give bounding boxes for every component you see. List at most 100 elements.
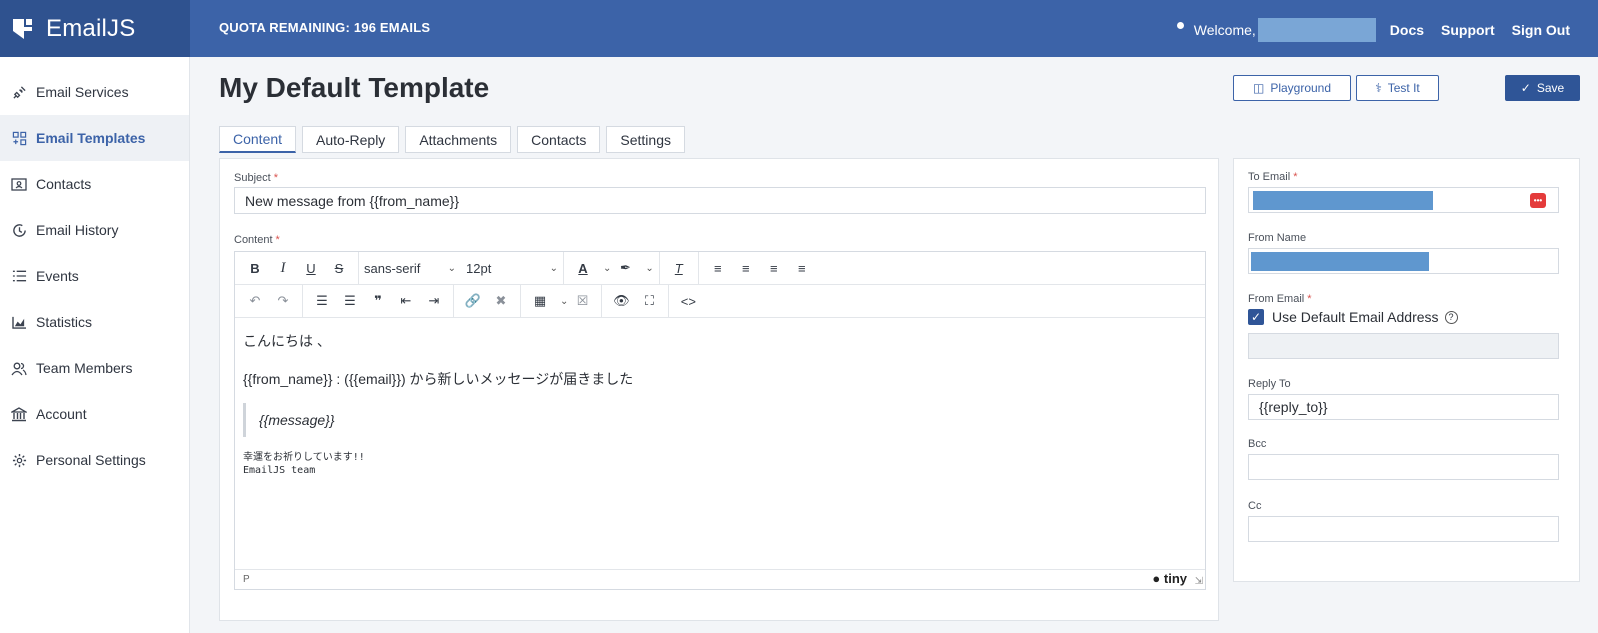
toolbar-divider xyxy=(563,251,564,285)
sidebar-item-email-services[interactable]: Email Services xyxy=(0,69,189,115)
strikethrough-button[interactable]: S xyxy=(326,256,352,280)
sidebar-item-label: Statistics xyxy=(36,314,93,330)
cc-input[interactable] xyxy=(1248,516,1559,542)
use-default-label: Use Default Email Address xyxy=(1272,309,1439,325)
tab-contacts[interactable]: Contacts xyxy=(517,126,601,153)
tab-content[interactable]: Content xyxy=(219,126,297,153)
rich-text-editor: B I U S sans-serif ⌄ 12pt ⌄ A ⌄ ✒ ⌄ T ≡ ≡ … xyxy=(234,251,1206,590)
font-size-select[interactable]: 12pt ⌄ xyxy=(466,256,558,280)
editor-content-area[interactable]: こんにちは 、 {{from_name}} : ({{email}}) から新し… xyxy=(235,319,1205,569)
font-family-select[interactable]: sans-serif ⌄ xyxy=(364,256,456,280)
chevron-down-icon: ⌄ xyxy=(549,262,558,274)
from-name-input[interactable] xyxy=(1248,248,1559,274)
recipient-card: To Email * ••• From Name From Email * ✓ Us… xyxy=(1233,158,1580,582)
blockquote-icon[interactable]: ❞ xyxy=(365,289,391,313)
preview-icon[interactable]: 👁 xyxy=(608,289,634,313)
use-default-checkbox[interactable]: ✓ xyxy=(1248,309,1264,325)
playground-icon: ◫ xyxy=(1252,81,1265,95)
sidebar-item-label: Email Templates xyxy=(36,130,146,146)
sidebar-item-email-templates[interactable]: Email Templates xyxy=(0,115,189,161)
sidebar-item-label: Personal Settings xyxy=(36,452,146,468)
align-justify-icon[interactable]: ≡ xyxy=(789,256,815,280)
table-icon[interactable]: ▦ xyxy=(527,289,553,313)
subject-label: Subject * xyxy=(234,172,278,184)
to-email-input[interactable]: ••• xyxy=(1248,187,1559,213)
brand-name: EmailJS xyxy=(46,14,136,42)
sidebar-item-email-history[interactable]: Email History xyxy=(0,207,189,253)
align-center-icon[interactable]: ≡ xyxy=(733,256,759,280)
sidebar-item-events[interactable]: Events xyxy=(0,253,189,299)
docs-link[interactable]: Docs xyxy=(1390,22,1424,38)
cc-label: Cc xyxy=(1248,500,1262,512)
sidebar-item-account[interactable]: Account xyxy=(0,391,189,437)
toolbar-divider xyxy=(658,251,660,285)
tab-attachments[interactable]: Attachments xyxy=(405,126,512,153)
source-code-icon[interactable]: <> xyxy=(675,289,701,313)
required-mark: * xyxy=(1293,171,1298,183)
editor-toolbar-row-2: ↶ ↷ ☰ ☰ ❞ ⇤ ⇥ 🔗 ✖ ▦ ⌄ ☒ 👁 ⛶ <> xyxy=(235,284,1205,318)
required-mark: * xyxy=(273,172,278,184)
undo-icon[interactable]: ↶ xyxy=(242,289,268,313)
notification-dot-icon xyxy=(1176,21,1184,29)
sidebar-item-personal-settings[interactable]: Personal Settings xyxy=(0,437,189,483)
toolbar-divider xyxy=(601,284,603,318)
redacted-to-email xyxy=(1253,190,1433,210)
tab-auto-reply[interactable]: Auto-Reply xyxy=(302,126,400,153)
underline-button[interactable]: U xyxy=(298,256,324,280)
sidebar-item-contacts[interactable]: Contacts xyxy=(0,161,189,207)
reply-to-input[interactable]: {{reply_to}} xyxy=(1248,394,1559,420)
bcc-label: Bcc xyxy=(1248,438,1267,450)
playground-button[interactable]: ◫ Playground xyxy=(1233,75,1351,101)
editor-toolbar-row-1: B I U S sans-serif ⌄ 12pt ⌄ A ⌄ ✒ ⌄ T ≡ ≡ … xyxy=(235,251,1205,285)
test-it-button[interactable]: ⚕ Test It xyxy=(1356,75,1439,101)
bullet-list-icon[interactable]: ☰ xyxy=(309,289,335,313)
required-mark: * xyxy=(275,234,280,246)
align-right-icon[interactable]: ≡ xyxy=(761,256,787,280)
sidebar-item-label: Team Members xyxy=(36,360,133,376)
support-link[interactable]: Support xyxy=(1441,22,1495,38)
chevron-down-icon[interactable]: ⌄ xyxy=(645,263,653,274)
bcc-input[interactable] xyxy=(1248,454,1559,480)
playground-label: Playground xyxy=(1270,81,1332,95)
numbered-list-icon[interactable]: ☰ xyxy=(337,289,363,313)
resize-handle-icon[interactable]: ⇲ xyxy=(1195,576,1203,587)
subject-input[interactable]: New message from {{from_name}} xyxy=(234,187,1206,214)
save-label: Save xyxy=(1536,81,1565,95)
tiny-branding[interactable]: ● tiny xyxy=(1152,571,1187,586)
required-mark: * xyxy=(1307,293,1312,305)
save-button[interactable]: ✓ Save xyxy=(1505,75,1580,101)
link-icon[interactable]: 🔗 xyxy=(460,289,486,313)
body-greeting: こんにちは 、 xyxy=(243,333,331,349)
chevron-down-icon[interactable]: ⌄ xyxy=(603,263,611,274)
unlink-icon[interactable]: ✖ xyxy=(488,289,514,313)
autofill-icon[interactable]: ••• xyxy=(1530,193,1546,208)
signout-link[interactable]: Sign Out xyxy=(1512,22,1570,38)
indent-icon[interactable]: ⇥ xyxy=(421,289,447,313)
sidebar-item-label: Contacts xyxy=(36,176,92,192)
text-color-button[interactable]: A xyxy=(570,256,596,280)
toolbar-divider xyxy=(358,251,359,285)
outdent-icon[interactable]: ⇤ xyxy=(393,289,419,313)
body-message-line: {{from_name}} : ({{email}}) から新しいメッセージが届… xyxy=(243,371,634,387)
sidebar-item-statistics[interactable]: Statistics xyxy=(0,299,189,345)
quota-remaining: QUOTA REMAINING: 196 EMAILS xyxy=(219,20,431,35)
content-card: Subject * New message from {{from_name}} … xyxy=(219,158,1219,621)
sidebar-item-team-members[interactable]: Team Members xyxy=(0,345,189,391)
fullscreen-icon[interactable]: ⛶ xyxy=(636,289,662,313)
contact-card-icon xyxy=(11,176,27,192)
clear-formatting-icon[interactable]: T xyxy=(666,256,692,280)
chevron-down-icon[interactable]: ⌄ xyxy=(560,296,568,307)
highlight-color-button[interactable]: ✒ xyxy=(612,256,638,280)
italic-button[interactable]: I xyxy=(270,256,296,280)
special-char-icon[interactable]: ☒ xyxy=(569,289,595,313)
help-icon[interactable]: ? xyxy=(1444,310,1458,324)
from-email-label: From Email * xyxy=(1248,293,1312,305)
toolbar-divider xyxy=(697,251,699,285)
tab-settings[interactable]: Settings xyxy=(606,126,685,153)
toolbar-divider xyxy=(520,284,521,318)
brand[interactable]: EmailJS xyxy=(0,0,190,57)
list-icon xyxy=(11,268,27,284)
align-left-icon[interactable]: ≡ xyxy=(705,256,731,280)
redo-icon[interactable]: ↷ xyxy=(270,289,296,313)
bold-button[interactable]: B xyxy=(242,256,268,280)
